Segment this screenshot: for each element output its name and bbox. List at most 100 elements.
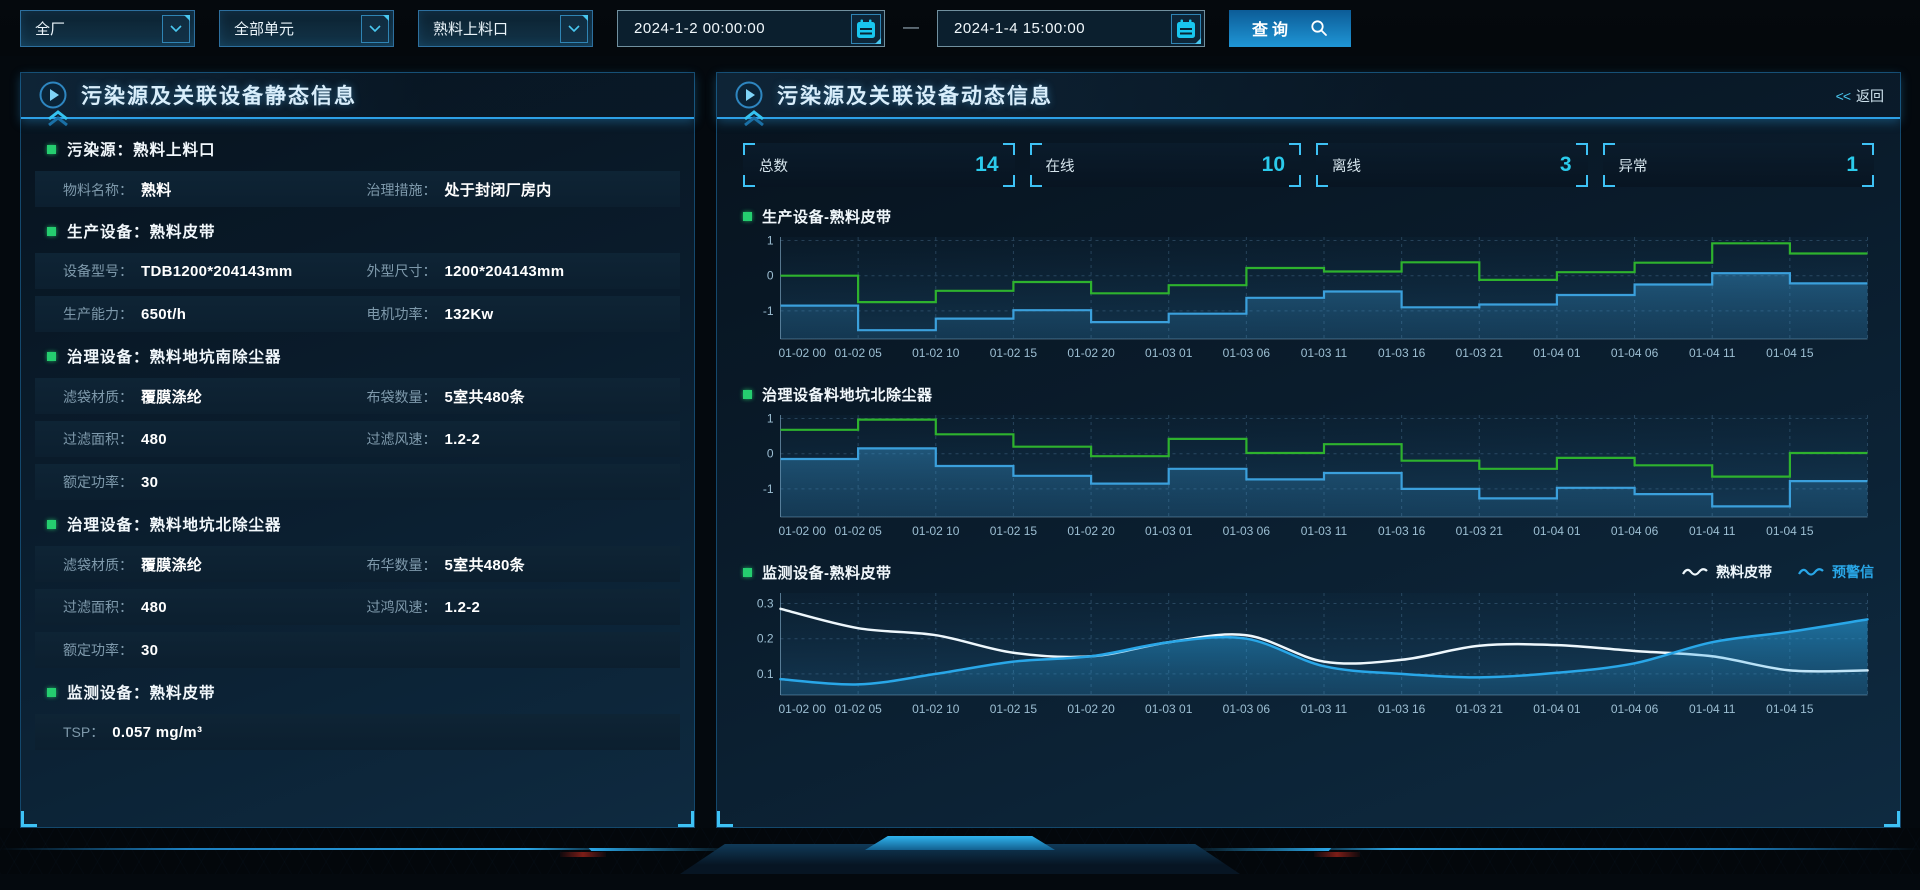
info-row: 额定功率：30 — [35, 464, 680, 500]
chart-title: 生产设备-熟料皮带 — [762, 206, 892, 227]
section-title: 治理设备：熟料地坑南除尘器 — [67, 345, 282, 367]
main-content: 污染源及关联设备静态信息 污染源：熟料上料口物料名称：熟料治理措施：处于封闭厂房… — [0, 56, 1920, 828]
back-button[interactable]: <<返回 — [1836, 86, 1884, 106]
stat-value: 14 — [975, 153, 998, 177]
chevron-down-icon[interactable] — [361, 15, 389, 43]
chart-header: 治理设备料地坑北除尘器 — [743, 381, 1874, 407]
svg-text:01-03 01: 01-03 01 — [1145, 702, 1193, 716]
section-title: 生产设备：熟料皮带 — [67, 220, 216, 242]
charts-area: 生产设备-熟料皮带 10-101-02 0001-02 0501-02 1001-… — [743, 203, 1874, 721]
stat-value: 1 — [1846, 153, 1858, 177]
svg-text:01-04 01: 01-04 01 — [1533, 702, 1581, 716]
legend-label: 预警信 — [1832, 562, 1874, 582]
chevron-down-icon[interactable] — [162, 15, 190, 43]
start-datetime-input[interactable]: 2024-1-2 00:00:00 — [617, 10, 885, 47]
svg-text:01-04 01: 01-04 01 — [1533, 346, 1581, 360]
info-label: 生产能力： — [63, 304, 133, 324]
svg-text:01-02 15: 01-02 15 — [990, 702, 1038, 716]
source-select[interactable]: 熟料上料口 — [418, 10, 593, 47]
static-panel-header: 污染源及关联设备静态信息 — [21, 73, 694, 119]
info-label: 过滤面积： — [63, 597, 133, 617]
chart-title: 监测设备-熟料皮带 — [762, 562, 892, 583]
info-label: 物料名称： — [63, 180, 133, 200]
info-row: 过滤面积：480过滤风速： 1.2-2 — [35, 421, 680, 457]
plant-select-value: 全厂 — [21, 18, 65, 39]
green-square-icon — [743, 390, 752, 399]
svg-text:01-04 15: 01-04 15 — [1766, 524, 1814, 538]
legend-item[interactable]: 预警信 — [1798, 562, 1874, 582]
info-value: TDB1200*204143mm — [141, 263, 293, 280]
chart-header: 生产设备-熟料皮带 — [743, 203, 1874, 229]
svg-text:01-03 11: 01-03 11 — [1301, 524, 1348, 538]
svg-text:0.3: 0.3 — [757, 597, 774, 611]
chevron-down-icon[interactable] — [560, 15, 588, 43]
info-value: 5室共480条 — [445, 386, 525, 407]
svg-text:01-02 10: 01-02 10 — [912, 524, 960, 538]
info-cell: 过滤面积：480 — [63, 429, 367, 449]
svg-text:1: 1 — [767, 234, 774, 248]
stat-label: 总数 — [759, 155, 788, 176]
info-value: 30 — [141, 474, 158, 491]
svg-text:01-03 11: 01-03 11 — [1301, 702, 1348, 716]
info-cell: 额定功率：30 — [63, 472, 670, 492]
info-value: 1.2-2 — [445, 431, 481, 448]
wave-line-icon — [1798, 566, 1824, 578]
legend-item[interactable]: 熟料皮带 — [1682, 562, 1772, 582]
green-square-icon — [47, 145, 56, 154]
svg-text:01-04 06: 01-04 06 — [1611, 346, 1659, 360]
info-label: 电机功率： — [367, 304, 437, 324]
info-label: 过鸿风速： — [367, 597, 437, 617]
info-row: 物料名称：熟料治理措施：处于封闭厂房内 — [35, 171, 680, 207]
svg-text:01-04 01: 01-04 01 — [1533, 524, 1581, 538]
plant-select[interactable]: 全厂 — [20, 10, 195, 47]
info-cell: 布袋数量： 5室共480条 — [367, 386, 671, 407]
section-title: 污染源：熟料上料口 — [67, 138, 216, 160]
svg-text:-1: -1 — [763, 482, 774, 496]
info-cell: 过鸿风速：1.2-2 — [367, 597, 671, 617]
svg-text:0: 0 — [767, 269, 774, 283]
svg-text:01-03 21: 01-03 21 — [1456, 346, 1504, 360]
top-filter-bar: 全厂 全部单元 熟料上料口 2024-1-2 00:00:00 — 202 — [0, 0, 1920, 56]
info-label: 布华数量： — [367, 555, 437, 575]
svg-text:01-02 05: 01-02 05 — [834, 346, 882, 360]
query-button[interactable]: 查询 — [1229, 10, 1351, 47]
chart-block: 治理设备料地坑北除尘器10-101-02 0001-02 0501-02 100… — [743, 381, 1874, 543]
svg-text:01-03 21: 01-03 21 — [1456, 702, 1504, 716]
svg-text:01-02 05: 01-02 05 — [834, 702, 882, 716]
svg-text:01-03 16: 01-03 16 — [1378, 346, 1426, 360]
svg-text:-1: -1 — [763, 304, 774, 318]
chart-canvas-1: 10-101-02 0001-02 0501-02 1001-02 1501-0… — [743, 407, 1874, 543]
footer-line-right — [1300, 848, 1920, 850]
info-label: 滤袋材质： — [63, 387, 133, 407]
unit-select[interactable]: 全部单元 — [219, 10, 394, 47]
svg-text:0.1: 0.1 — [757, 667, 774, 681]
end-datetime-input[interactable]: 2024-1-4 15:00:00 — [937, 10, 1205, 47]
info-value: 覆膜涤纶 — [141, 386, 202, 407]
info-label: 布袋数量： — [367, 387, 437, 407]
source-select-value: 熟料上料口 — [419, 18, 508, 39]
svg-text:01-04 15: 01-04 15 — [1766, 346, 1814, 360]
info-value: 480 — [141, 431, 167, 448]
svg-text:01-03 01: 01-03 01 — [1145, 524, 1193, 538]
green-square-icon — [743, 568, 752, 577]
svg-text:01-04 11: 01-04 11 — [1689, 702, 1736, 716]
footer-line-left — [0, 848, 620, 850]
info-cell: TSP：0.057 mg/m³ — [63, 722, 670, 742]
unit-select-value: 全部单元 — [220, 18, 294, 39]
info-value: 覆膜涤纶 — [141, 554, 202, 575]
dynamic-panel-title: 污染源及关联设备动态信息 — [777, 80, 1053, 110]
info-value: 0.057 mg/m³ — [112, 724, 202, 741]
green-square-icon — [743, 212, 752, 221]
chevron-up-decoration — [743, 110, 765, 126]
footer-red-accent — [560, 852, 606, 857]
svg-text:01-03 01: 01-03 01 — [1145, 346, 1193, 360]
calendar-icon[interactable] — [1171, 14, 1201, 44]
info-row: 设备型号：TDB1200*204143mm外型尺寸：1200*204143mm — [35, 253, 680, 289]
dynamic-info-panel: 污染源及关联设备动态信息 <<返回 总数14在线10离线3异常1 生产设备-熟料… — [716, 72, 1901, 828]
calendar-icon[interactable] — [851, 14, 881, 44]
info-row: 过滤面积：480过鸿风速：1.2-2 — [35, 589, 680, 625]
info-value: 5室共480条 — [445, 554, 525, 575]
section-header: 生产设备：熟料皮带 — [35, 216, 680, 246]
info-label: 过滤风速： — [367, 429, 437, 449]
double-left-chevron-icon: << — [1836, 88, 1850, 104]
